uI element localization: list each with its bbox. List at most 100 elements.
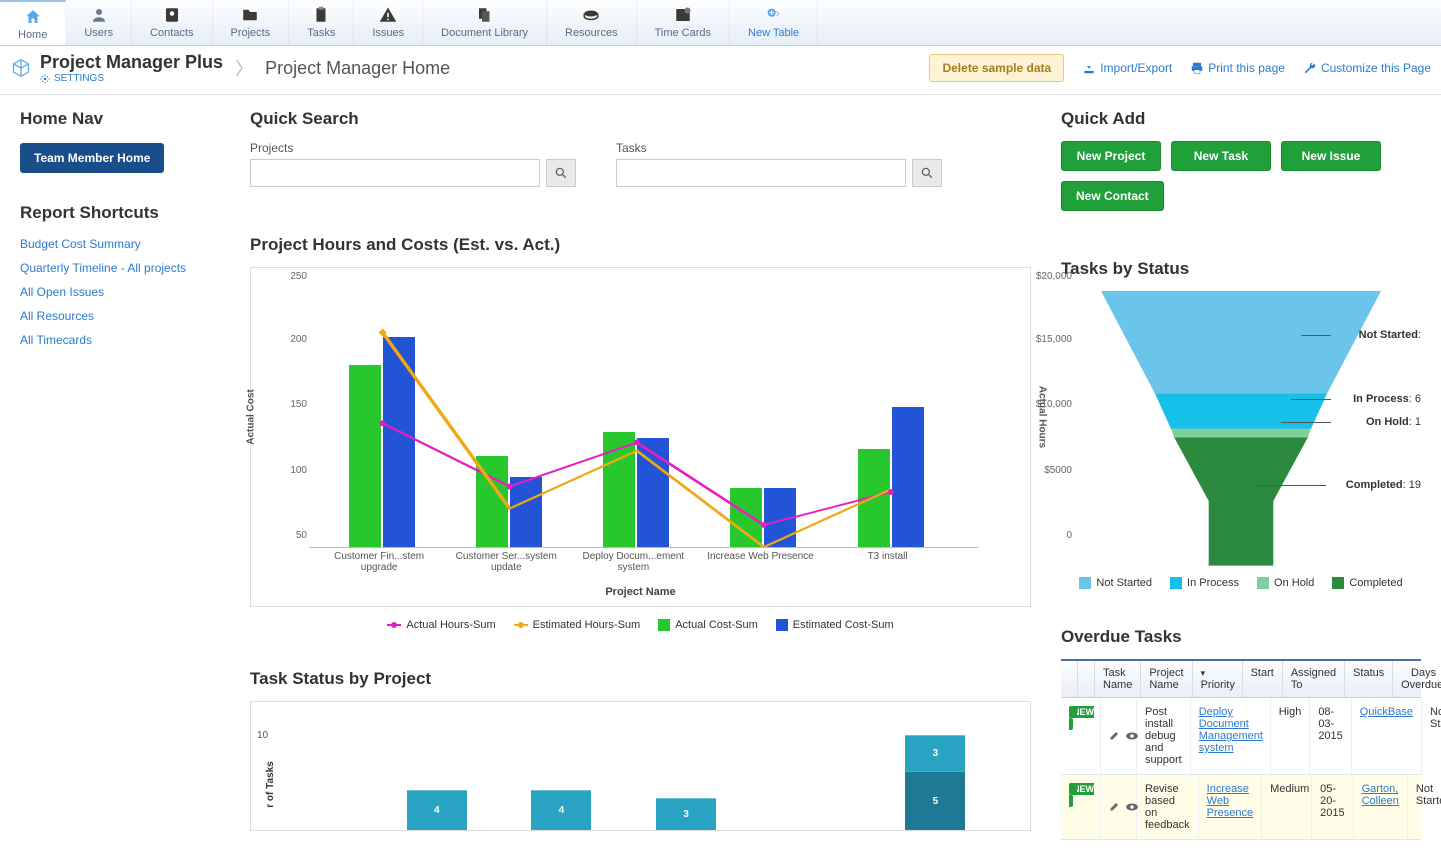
report-shortcuts-heading: Report Shortcuts: [20, 203, 220, 223]
delete-sample-button[interactable]: Delete sample data: [929, 54, 1064, 82]
nav-users[interactable]: Users: [66, 0, 132, 45]
search-icon: [920, 166, 934, 180]
wrench-icon: [1303, 61, 1317, 75]
chart-title: Project Hours and Costs (Est. vs. Act.): [250, 235, 1031, 255]
nav-documents[interactable]: Document Library: [423, 0, 547, 45]
td-assigned[interactable]: QuickBase: [1352, 698, 1422, 774]
nav-label: Users: [84, 27, 113, 39]
legend-swatch: [1257, 577, 1269, 589]
link-budget-cost[interactable]: Budget Cost Summary: [20, 237, 220, 251]
tasks-search-button[interactable]: [912, 159, 942, 187]
line-markers: [309, 272, 978, 547]
app-name[interactable]: Project Manager Plus: [40, 52, 223, 73]
overdue-heading: Overdue Tasks: [1061, 627, 1421, 647]
edit-icon[interactable]: [1109, 729, 1121, 743]
overdue-table-header: Task Name Project Name ▾Priority Start A…: [1061, 659, 1421, 698]
x-axis-label: Project Name: [605, 586, 675, 598]
ytick: 250: [257, 271, 307, 282]
td-start: 05-20-2015: [1312, 775, 1353, 839]
ytick: 200: [257, 334, 307, 345]
link-open-issues[interactable]: All Open Issues: [20, 285, 220, 299]
new-task-button[interactable]: New Task: [1171, 141, 1271, 171]
team-member-home-button[interactable]: Team Member Home: [20, 143, 164, 173]
legend-label: On Hold: [1274, 577, 1314, 589]
import-export-link[interactable]: Import/Export: [1082, 61, 1172, 75]
th-assigned[interactable]: Assigned To: [1283, 661, 1345, 697]
th-task[interactable]: Task Name: [1095, 661, 1141, 697]
nav-issues[interactable]: Issues: [354, 0, 423, 45]
nav-tasks[interactable]: Tasks: [289, 0, 354, 45]
leader-line: [1281, 422, 1331, 423]
td-task: Revise based on feedback: [1137, 775, 1199, 839]
link-all-timecards[interactable]: All Timecards: [20, 333, 220, 347]
resources-icon: [580, 6, 602, 24]
print-link[interactable]: Print this page: [1190, 61, 1285, 75]
plus-icon: [763, 6, 785, 24]
link-label: Print this page: [1208, 61, 1285, 75]
legend-label: In Process: [1187, 577, 1239, 589]
th-project[interactable]: Project Name: [1141, 661, 1192, 697]
link-all-resources[interactable]: All Resources: [20, 309, 220, 323]
th-start[interactable]: Start: [1243, 661, 1283, 697]
th-new: [1061, 661, 1078, 697]
nav-timecards[interactable]: Time Cards: [637, 0, 730, 45]
nav-contacts[interactable]: Contacts: [132, 0, 212, 45]
search-icon: [554, 166, 568, 180]
th-priority[interactable]: ▾Priority: [1193, 661, 1243, 697]
edit-icon[interactable]: [1109, 800, 1121, 814]
leader-line: [1291, 399, 1331, 400]
nav-projects[interactable]: Projects: [213, 0, 290, 45]
warning-icon: [377, 6, 399, 24]
ytick: 150: [257, 399, 307, 410]
customize-link[interactable]: Customize this Page: [1303, 61, 1431, 75]
ytick: $20,000: [1022, 271, 1072, 282]
nav-label: Tasks: [307, 27, 335, 39]
x-category: Increase Web Presence: [700, 551, 820, 562]
new-project-button[interactable]: New Project: [1061, 141, 1161, 171]
quick-add-heading: Quick Add: [1061, 109, 1421, 129]
td-project[interactable]: Increase Web Presence: [1199, 775, 1262, 839]
td-assigned[interactable]: Garton, Colleen: [1354, 775, 1408, 839]
documents-icon: [474, 6, 496, 24]
legend-label: Actual Hours-Sum: [406, 619, 495, 631]
settings-link[interactable]: SETTINGS: [40, 73, 223, 84]
new-issue-button[interactable]: New Issue: [1281, 141, 1381, 171]
ytick: 50: [257, 530, 307, 541]
new-contact-button[interactable]: New Contact: [1061, 181, 1164, 211]
x-category: Customer Ser...system update: [446, 551, 566, 573]
overdue-row[interactable]: NEW Post install debug and support Deplo…: [1061, 698, 1421, 775]
import-export-icon: [1082, 61, 1096, 75]
y-axis-left-label: Actual Cost: [246, 389, 257, 445]
th-status[interactable]: Status: [1345, 661, 1393, 697]
nav-new-table[interactable]: New Table: [730, 0, 818, 45]
task-status-chart: 10 r of Tasks 4 4 3 3 5: [250, 701, 1031, 831]
nav-label: New Table: [748, 27, 799, 39]
tasks-search-input[interactable]: [616, 159, 906, 187]
nav-label: Resources: [565, 27, 618, 39]
leader-line: [1256, 485, 1326, 486]
link-label: Customize this Page: [1321, 61, 1431, 75]
chart-plot-area: Customer Fin...stem upgrade Customer Ser…: [309, 272, 978, 548]
user-icon: [88, 6, 110, 24]
settings-label: SETTINGS: [54, 73, 104, 84]
legend-label: Completed: [1349, 577, 1402, 589]
home-icon: [22, 8, 44, 26]
bar-segment: 4: [407, 790, 467, 830]
projects-search-input[interactable]: [250, 159, 540, 187]
td-priority: High: [1271, 698, 1311, 774]
projects-search-button[interactable]: [546, 159, 576, 187]
th-overdue[interactable]: Days Overdue: [1393, 661, 1441, 697]
legend-swatch: [1079, 577, 1091, 589]
td-status: Not Started: [1422, 698, 1441, 774]
nav-home[interactable]: Home: [0, 0, 66, 45]
overdue-row[interactable]: NEW Revise based on feedback Increase We…: [1061, 775, 1421, 840]
legend-swatch: [658, 619, 670, 631]
td-project[interactable]: Deploy Document Management system: [1191, 698, 1271, 774]
nav-resources[interactable]: Resources: [547, 0, 637, 45]
link-quarterly-timeline[interactable]: Quarterly Timeline - All projects: [20, 261, 220, 275]
legend-marker: [514, 624, 528, 626]
home-nav-heading: Home Nav: [20, 109, 220, 129]
nav-label: Time Cards: [655, 27, 711, 39]
y-axis-right-label: Actual Hours: [1037, 386, 1048, 448]
y-axis-label: r of Tasks: [265, 761, 276, 808]
